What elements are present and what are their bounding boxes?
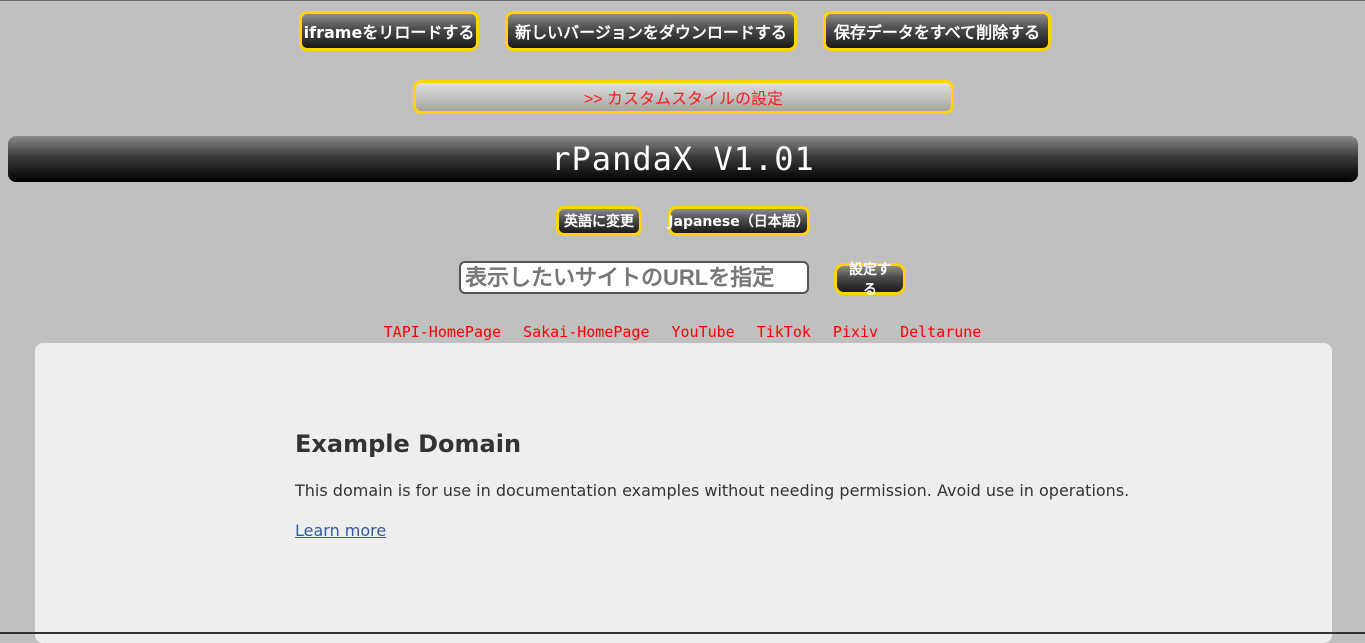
quick-link-youtube[interactable]: YouTube — [672, 323, 735, 341]
embedded-site-frame[interactable]: Example Domain This domain is for use in… — [35, 343, 1332, 643]
url-input[interactable] — [459, 261, 809, 294]
download-new-version-button[interactable]: 新しいバージョンをダウンロードする — [505, 11, 797, 51]
quick-link-deltarune[interactable]: Deltarune — [900, 323, 981, 341]
app-title-bar: rPandaX V1.01 — [8, 136, 1358, 182]
embedded-page-heading: Example Domain — [295, 430, 522, 458]
quick-link-tiktok[interactable]: TikTok — [757, 323, 811, 341]
window-top-edge — [0, 0, 1365, 1]
reload-iframe-button[interactable]: iframeをリロードする — [299, 11, 479, 51]
delete-all-data-button[interactable]: 保存データをすべて削除する — [823, 11, 1051, 51]
quick-links-bar: TAPI-HomePage Sakai-HomePage YouTube Tik… — [0, 322, 1365, 342]
set-url-button[interactable]: 設定する — [834, 262, 906, 298]
quick-link-tapi-homepage[interactable]: TAPI-HomePage — [384, 323, 501, 341]
app-title: rPandaX V1.01 — [551, 140, 815, 178]
change-to-japanese-button[interactable]: Japanese（日本語） — [668, 206, 810, 236]
learn-more-link[interactable]: Learn more — [295, 521, 386, 540]
quick-link-pixiv[interactable]: Pixiv — [833, 323, 878, 341]
quick-link-sakai-homepage[interactable]: Sakai-HomePage — [523, 323, 649, 341]
change-to-english-button[interactable]: 英語に変更 — [556, 206, 642, 236]
embedded-page-description: This domain is for use in documentation … — [295, 481, 1130, 500]
custom-style-toggle[interactable]: >> カスタムスタイルの設定 — [413, 80, 954, 114]
